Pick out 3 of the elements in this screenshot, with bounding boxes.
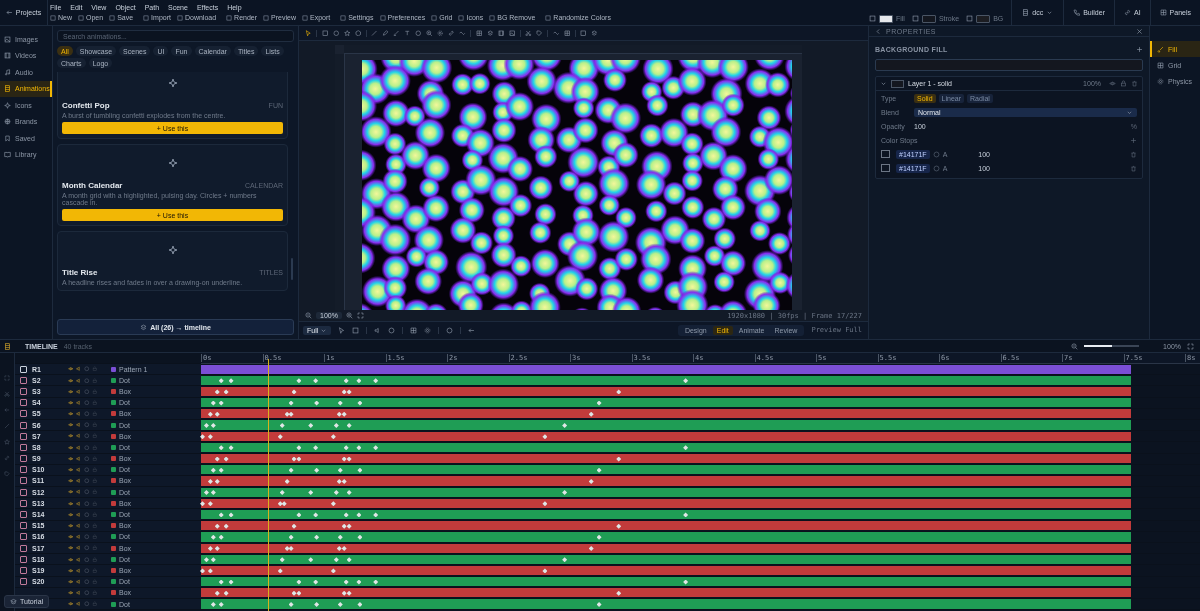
card-title: Month Calendar xyxy=(62,181,123,190)
card-title: Title Rise xyxy=(62,268,98,277)
card-title: Confetti Pop xyxy=(62,101,110,110)
